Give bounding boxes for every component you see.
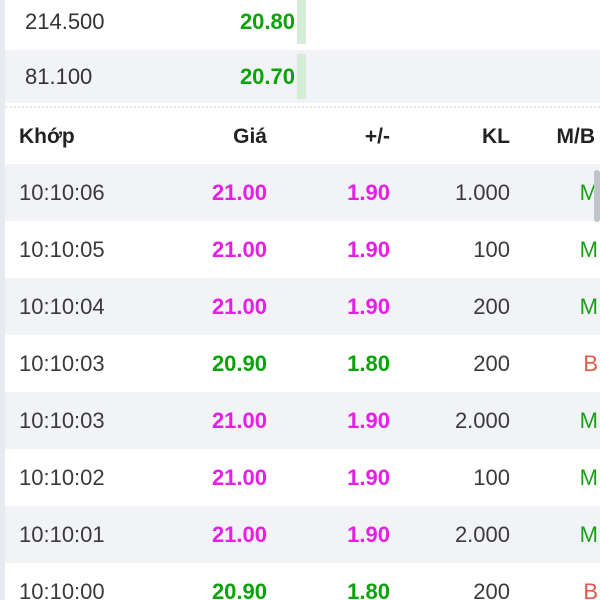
trade-row[interactable]: 10:10:03 20.90 1.80 200 B <box>5 335 600 392</box>
trade-row[interactable]: 10:10:05 21.00 1.90 100 M <box>5 221 600 278</box>
trade-time: 10:10:01 <box>19 521 105 547</box>
trade-side: B <box>583 578 598 600</box>
trade-volume: 2.000 <box>454 521 510 547</box>
trade-time: 10:10:00 <box>19 578 105 600</box>
trade-volume: 100 <box>473 236 510 262</box>
trade-row[interactable]: 10:10:03 21.00 1.90 2.000 M <box>5 392 600 449</box>
trade-change: 1.90 <box>347 464 390 490</box>
trade-side: M <box>579 407 598 433</box>
trade-change: 1.90 <box>347 293 390 319</box>
trade-price: 21.00 <box>211 179 267 205</box>
scrollbar-thumb[interactable] <box>594 170 600 222</box>
trade-price: 21.00 <box>211 293 267 319</box>
order-book-volume: 81.100 <box>25 63 93 89</box>
header-side[interactable]: M/B <box>557 125 596 149</box>
header-time[interactable]: Khớp <box>19 125 75 149</box>
order-book-volume: 214.500 <box>25 8 105 34</box>
header-change[interactable]: +/- <box>365 125 390 149</box>
trade-change: 1.90 <box>347 179 390 205</box>
trade-price: 20.90 <box>211 578 267 600</box>
trade-time: 10:10:04 <box>19 293 105 319</box>
trade-volume: 1.000 <box>454 179 510 205</box>
order-book-volume-bar <box>297 0 306 44</box>
trade-price: 21.00 <box>211 464 267 490</box>
trade-volume: 200 <box>473 578 510 600</box>
trade-time: 10:10:06 <box>19 179 105 205</box>
trade-price: 21.00 <box>211 407 267 433</box>
trade-change: 1.80 <box>347 350 390 376</box>
trade-row[interactable]: 10:10:00 20.90 1.80 200 B <box>5 563 600 600</box>
trade-volume: 200 <box>473 350 510 376</box>
header-volume[interactable]: KL <box>482 125 510 149</box>
trade-side: M <box>579 464 598 490</box>
header-price[interactable]: Giá <box>233 125 267 149</box>
trade-time: 10:10:03 <box>19 407 105 433</box>
trade-row[interactable]: 10:10:04 21.00 1.90 200 M <box>5 278 600 335</box>
trade-volume: 100 <box>473 464 510 490</box>
stock-panel: 214.500 20.80 81.100 20.70 Khớp Giá +/- KL … <box>0 0 600 600</box>
trade-time: 10:10:05 <box>19 236 105 262</box>
trade-change: 1.90 <box>347 236 390 262</box>
trade-row[interactable]: 10:10:02 21.00 1.90 100 M <box>5 449 600 506</box>
trade-price: 20.90 <box>211 350 267 376</box>
trade-time: 10:10:02 <box>19 464 105 490</box>
trade-change: 1.80 <box>347 578 390 600</box>
trade-change: 1.90 <box>347 521 390 547</box>
trade-side: M <box>579 521 598 547</box>
order-book-price: 20.70 <box>239 63 295 89</box>
trade-side: M <box>579 293 598 319</box>
order-book-row[interactable]: 214.500 20.80 <box>5 0 600 48</box>
trade-change: 1.90 <box>347 407 390 433</box>
trade-row[interactable]: 10:10:06 21.00 1.90 1.000 M <box>5 164 600 221</box>
section-divider <box>5 106 600 108</box>
order-book-volume-bar <box>297 54 306 99</box>
trade-side: M <box>579 236 598 262</box>
trade-volume: 2.000 <box>454 407 510 433</box>
trades-header: Khớp Giá +/- KL M/B <box>5 110 600 164</box>
order-book-price: 20.80 <box>239 8 295 34</box>
trade-row[interactable]: 10:10:01 21.00 1.90 2.000 M <box>5 506 600 563</box>
trade-price: 21.00 <box>211 236 267 262</box>
order-book-row[interactable]: 81.100 20.70 <box>5 50 600 103</box>
trade-volume: 200 <box>473 293 510 319</box>
trade-price: 21.00 <box>211 521 267 547</box>
trade-time: 10:10:03 <box>19 350 105 376</box>
trade-side: B <box>583 350 598 376</box>
